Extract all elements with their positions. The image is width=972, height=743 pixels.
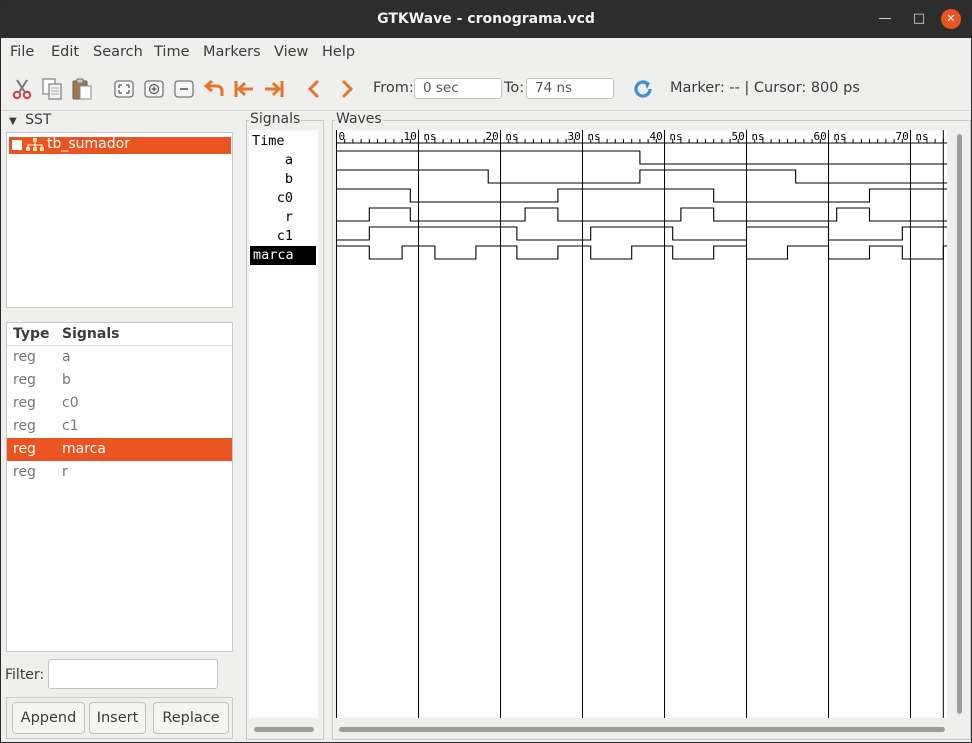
undo-zoom-icon[interactable] (202, 77, 226, 101)
table-row[interactable]: reg marca (7, 438, 232, 461)
waveform-r (336, 207, 947, 222)
insert-button[interactable]: Insert (89, 702, 146, 734)
sst-header[interactable]: ▼ SST (9, 112, 51, 128)
table-header: Type Signals (7, 323, 232, 346)
sst-tree: tb_sumador (6, 132, 233, 308)
waveform-c0 (336, 188, 947, 203)
signals-pane: Time a b c0 r c1 marca (249, 130, 318, 718)
signal-type: reg (13, 418, 36, 434)
signal-type: reg (13, 441, 36, 457)
replace-button[interactable]: Replace (153, 702, 229, 734)
signal-b[interactable]: b (248, 170, 293, 189)
signal-name: a (62, 349, 71, 365)
signal-name: c1 (62, 418, 79, 434)
filter-input[interactable] (48, 659, 218, 689)
ruler-label: 0 (339, 130, 346, 143)
from-label: From: (373, 80, 414, 96)
menu-view[interactable]: View (274, 44, 308, 60)
signal-c1[interactable]: c1 (248, 227, 293, 246)
signal-a[interactable]: a (248, 151, 293, 170)
go-to-start-icon[interactable] (232, 77, 256, 101)
column-header-signals[interactable]: Signals (62, 326, 119, 342)
go-to-end-icon[interactable] (262, 77, 286, 101)
button-group: Append Insert Replace (6, 697, 233, 739)
signal-name: marca (62, 441, 106, 457)
waves-horizontal-scrollbar[interactable] (339, 727, 945, 732)
to-label: To: (504, 80, 525, 96)
toolbar: From: 0 sec To: 74 ns Marker: -- | Curso… (1, 67, 971, 111)
zoom-fit-icon[interactable] (112, 77, 136, 101)
module-hierarchy-icon (26, 138, 44, 151)
tree-item-tb-sumador[interactable]: tb_sumador (9, 136, 231, 154)
table-row[interactable]: reg c1 (7, 415, 232, 438)
table-row[interactable]: reg c0 (7, 392, 232, 415)
signal-name: r (62, 464, 68, 480)
append-button[interactable]: Append (12, 702, 85, 734)
filter-label: Filter: (5, 667, 45, 683)
menu-search[interactable]: Search (93, 44, 143, 60)
cut-icon[interactable] (10, 77, 34, 101)
reload-icon[interactable] (631, 77, 655, 101)
signal-marca[interactable]: marca (250, 246, 316, 265)
previous-edge-icon[interactable] (303, 77, 327, 101)
ruler-label: 70 ns (896, 130, 929, 143)
signal-c0[interactable]: c0 (248, 189, 293, 208)
table-row[interactable]: reg a (7, 346, 232, 369)
paste-icon[interactable] (70, 77, 94, 101)
ruler-label: 40 ns (650, 130, 683, 143)
maximize-icon[interactable]: □ (909, 9, 929, 29)
table-row[interactable]: reg r (7, 461, 232, 484)
signals-pane-label: Signals (249, 111, 302, 127)
time-label: Time (252, 133, 285, 149)
zoom-out-icon[interactable] (172, 77, 196, 101)
signal-type: reg (13, 372, 36, 388)
waveform-marca (336, 245, 947, 260)
tree-item-label: tb_sumador (47, 136, 130, 152)
waveform-canvas[interactable]: 0 10 ns 20 ns 30 ns 40 ns 50 ns 60 ns 70 ns (336, 130, 947, 718)
minimize-icon[interactable]: — (875, 9, 895, 29)
menu-time[interactable]: Time (154, 44, 190, 60)
close-icon[interactable]: ✕ (941, 9, 961, 29)
title-bar[interactable]: GTKWave - cronograma.vcd — □ ✕ (1, 1, 971, 38)
sst-title: SST (25, 112, 52, 128)
marker-cursor-readout: Marker: -- | Cursor: 800 ps (670, 80, 860, 96)
signal-type: reg (13, 464, 36, 480)
signals-table: Type Signals reg a reg b reg c0 reg c1 reg marca r… (6, 322, 233, 652)
gtkwave-window: GTKWave - cronograma.vcd — □ ✕ File Edit… (0, 0, 972, 743)
signal-name: b (62, 372, 71, 388)
from-input[interactable]: 0 sec (414, 78, 502, 99)
to-input[interactable]: 74 ns (526, 78, 614, 99)
menu-markers[interactable]: Markers (203, 44, 261, 60)
window-title: GTKWave - cronograma.vcd (377, 11, 595, 27)
waveform-b (336, 169, 947, 184)
ruler-label: 50 ns (732, 130, 765, 143)
signal-type: reg (13, 349, 36, 365)
next-edge-icon[interactable] (334, 77, 358, 101)
waves-pane-label: Waves (335, 111, 383, 127)
waves-vertical-scrollbar[interactable] (957, 134, 962, 714)
ruler-label: 30 ns (568, 130, 601, 143)
expander-down-icon[interactable]: ▼ (9, 116, 17, 127)
menu-file[interactable]: File (10, 44, 34, 60)
menu-bar: File Edit Search Time Markers View Help (1, 39, 971, 66)
zoom-in-icon[interactable] (142, 77, 166, 101)
signal-name: c0 (62, 395, 79, 411)
ruler-label: 20 ns (486, 130, 519, 143)
waveform-c1 (336, 226, 947, 241)
signals-horizontal-scrollbar[interactable] (254, 727, 314, 732)
ruler-label: 10 ns (404, 130, 437, 143)
signal-type: reg (13, 395, 36, 411)
tree-expander-icon[interactable] (12, 140, 22, 150)
menu-help[interactable]: Help (322, 44, 355, 60)
signal-r[interactable]: r (248, 208, 293, 227)
ruler-label: 60 ns (814, 130, 847, 143)
table-row[interactable]: reg b (7, 369, 232, 392)
copy-icon[interactable] (40, 77, 64, 101)
waveform-a (336, 150, 947, 165)
menu-edit[interactable]: Edit (51, 44, 79, 60)
column-header-type[interactable]: Type (13, 326, 50, 342)
